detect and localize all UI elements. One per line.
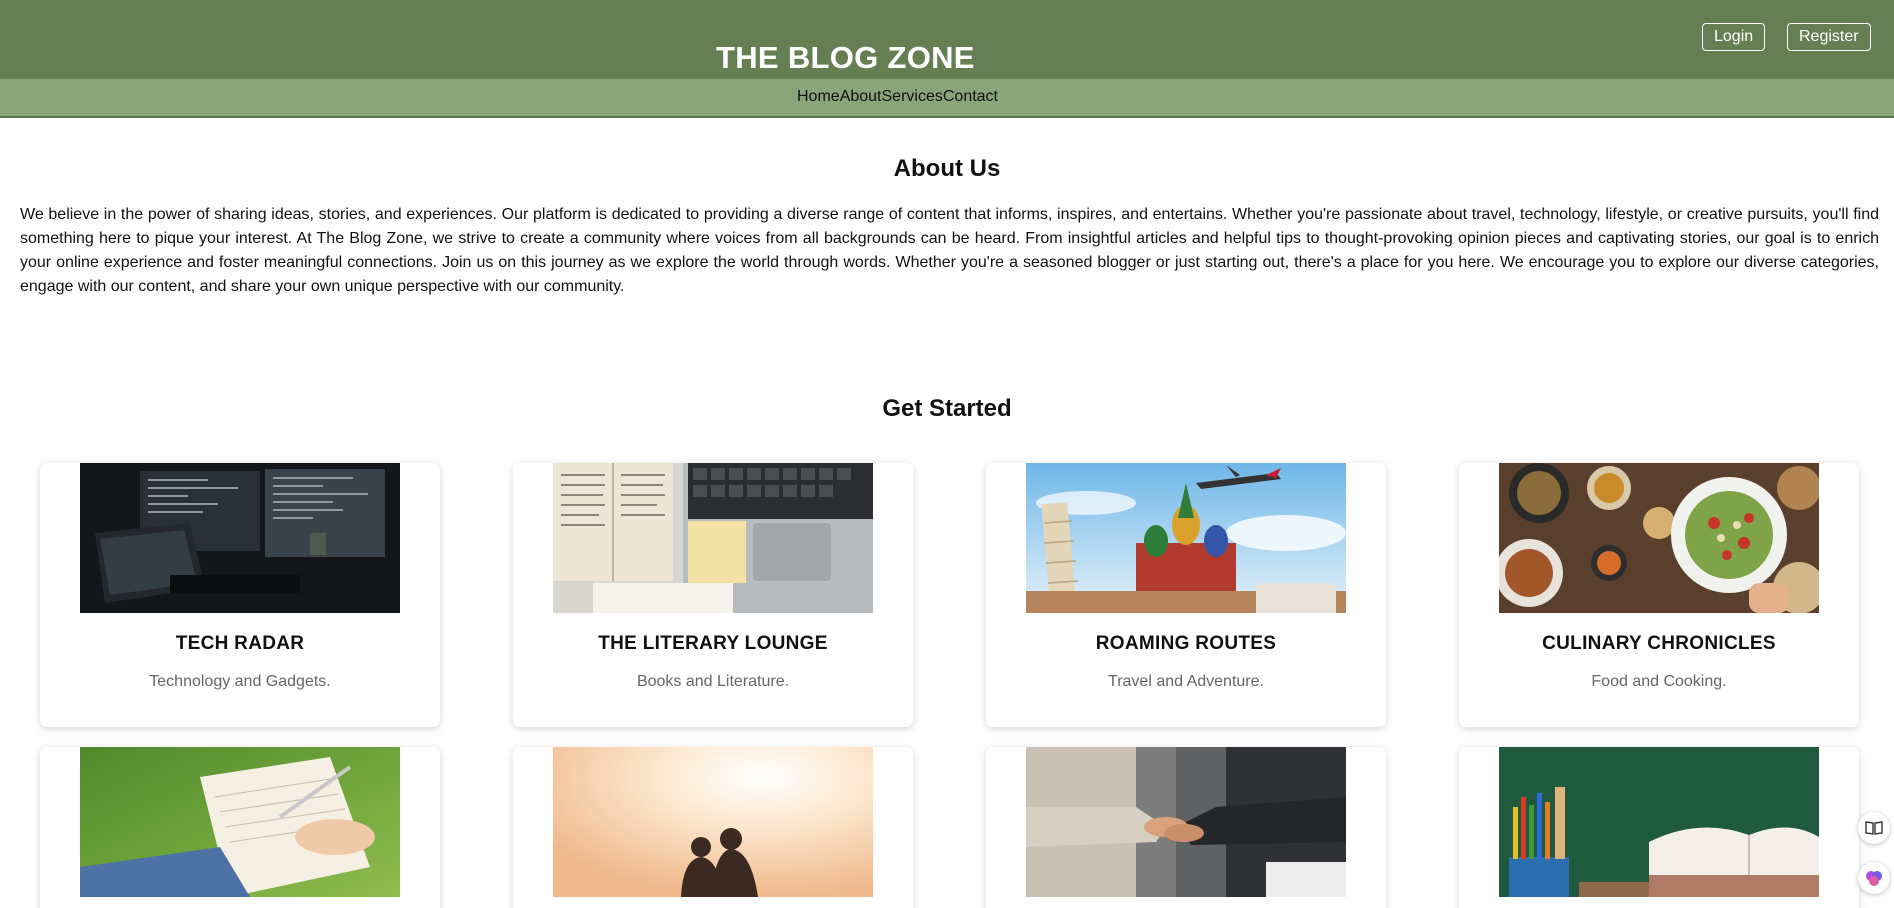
category-card[interactable] [986,747,1386,908]
book-icon[interactable] [1858,812,1890,844]
books-pencils-image [1499,747,1819,897]
nav-links: Home About Services Contact [797,88,998,106]
about-paragraph: We believe in the power of sharing ideas… [20,206,1879,295]
card-description: Books and Literature. [636,673,790,690]
book-keyboard-image [553,463,873,613]
login-button[interactable]: Login [1702,23,1766,51]
food-table-image [1499,463,1819,613]
card-title: ROAMING ROUTES [1095,633,1277,654]
nav-home[interactable]: Home [797,88,840,106]
category-card-roaming-routes[interactable]: ROAMING ROUTES Travel and Adventure. [986,463,1386,727]
get-started-heading: Get Started [882,395,1012,422]
card-title: CULINARY CHRONICLES [1542,633,1776,654]
about-heading: About Us [893,155,1001,182]
brain-icon[interactable] [1858,862,1890,894]
category-card-culinary-chronicles[interactable]: CULINARY CHRONICLES Food and Cooking. [1459,463,1859,727]
category-card-literary-lounge[interactable]: THE LITERARY LOUNGE Books and Literature… [513,463,913,727]
category-card[interactable] [40,747,440,908]
top-header: THE BLOG ZONE Login Register [0,0,1894,79]
card-description: Travel and Adventure. [1108,673,1264,690]
travel-landmarks-image [1026,463,1346,613]
category-card-tech-radar[interactable]: TECH RADAR Technology and Gadgets. [40,463,440,727]
register-button[interactable]: Register [1787,23,1871,51]
handshake-image [1026,747,1346,897]
laptop-code-image [80,463,400,613]
card-description: Food and Cooking. [1591,673,1727,690]
site-title: THE BLOG ZONE [716,40,975,75]
card-description: Technology and Gadgets. [149,673,331,690]
nav-about[interactable]: About [840,88,882,106]
writing-journal-image [80,747,400,897]
card-title: THE LITERARY LOUNGE [598,633,828,654]
sunset-couple-image [553,747,873,897]
nav-services[interactable]: Services [882,88,943,106]
category-card[interactable] [513,747,913,908]
nav-contact[interactable]: Contact [943,88,998,106]
card-title: TECH RADAR [175,633,305,654]
category-card[interactable] [1459,747,1859,908]
nav-bar: Home About Services Contact [0,79,1894,118]
